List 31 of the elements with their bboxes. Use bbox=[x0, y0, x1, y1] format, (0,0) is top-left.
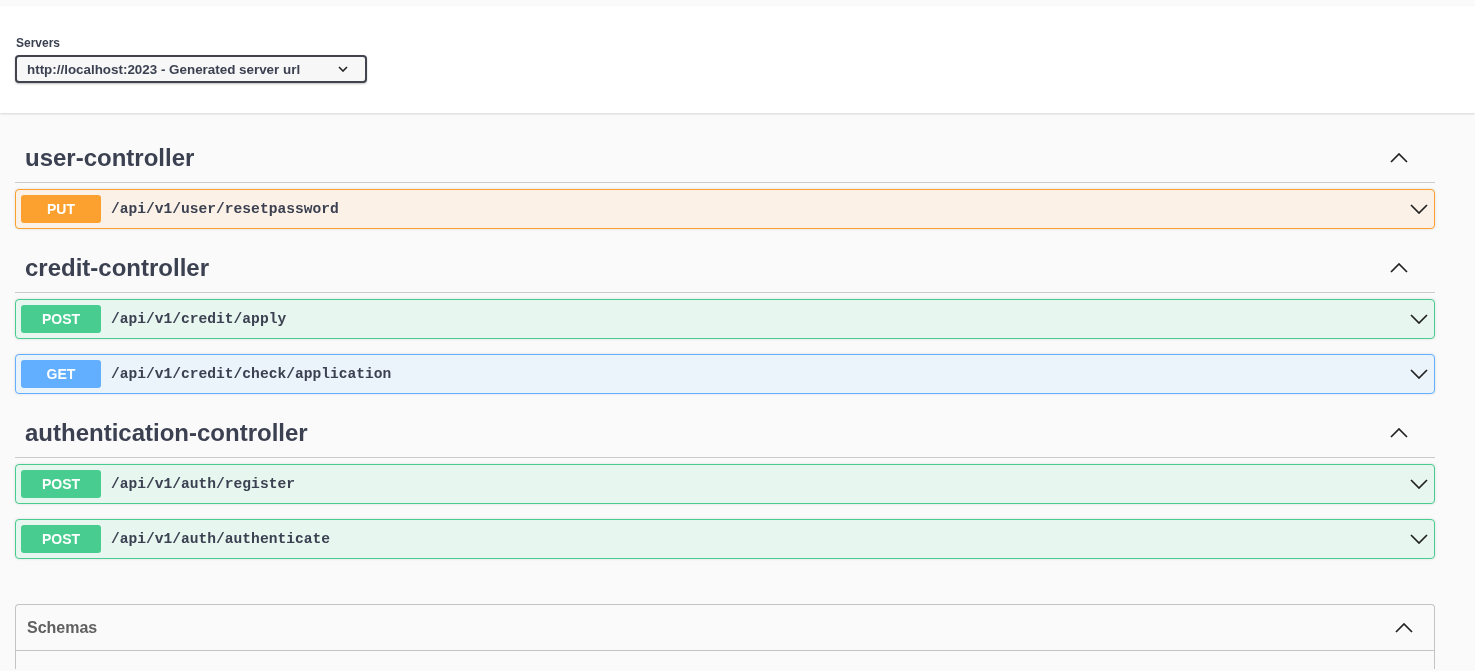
method-badge: PUT bbox=[21, 195, 101, 223]
method-badge: POST bbox=[21, 305, 101, 333]
method-badge: GET bbox=[21, 360, 101, 388]
method-badge: POST bbox=[21, 470, 101, 498]
endpoint-path: /api/v1/credit/apply bbox=[111, 311, 288, 327]
endpoint-path: /api/v1/credit/check/application bbox=[111, 366, 393, 382]
tag-title[interactable]: user-controller bbox=[25, 144, 195, 172]
server-select[interactable]: http://localhost:2023 - Generated server url bbox=[15, 55, 368, 83]
servers-label: Servers bbox=[16, 36, 61, 51]
endpoint-row[interactable]: POST /api/v1/auth/authenticate bbox=[15, 519, 1435, 559]
chevron-down-icon[interactable] bbox=[1410, 314, 1428, 324]
chevron-up-icon[interactable] bbox=[1395, 622, 1413, 633]
chevron-down-icon[interactable] bbox=[1410, 204, 1428, 214]
endpoint-row[interactable]: PUT /api/v1/user/resetpassword bbox=[15, 189, 1435, 229]
chevron-down-icon bbox=[338, 66, 349, 72]
chevron-up-icon[interactable] bbox=[1390, 153, 1408, 163]
endpoint-path: /api/v1/auth/authenticate bbox=[111, 531, 331, 547]
schemas-title[interactable]: Schemas bbox=[27, 618, 98, 637]
endpoint-row[interactable]: POST /api/v1/credit/apply bbox=[15, 299, 1435, 339]
chevron-down-icon[interactable] bbox=[1410, 479, 1428, 489]
chevron-up-icon[interactable] bbox=[1390, 428, 1408, 438]
chevron-down-icon[interactable] bbox=[1410, 534, 1428, 544]
tag-title[interactable]: credit-controller bbox=[25, 254, 210, 282]
chevron-up-icon[interactable] bbox=[1390, 263, 1408, 273]
tag-title[interactable]: authentication-controller bbox=[25, 419, 308, 447]
endpoint-row[interactable]: POST /api/v1/auth/register bbox=[15, 464, 1435, 504]
endpoint-path: /api/v1/auth/register bbox=[111, 476, 296, 492]
endpoint-row[interactable]: GET /api/v1/credit/check/application bbox=[15, 354, 1435, 394]
endpoint-path: /api/v1/user/resetpassword bbox=[111, 201, 340, 217]
method-badge: POST bbox=[21, 525, 101, 553]
chevron-down-icon[interactable] bbox=[1410, 369, 1428, 379]
